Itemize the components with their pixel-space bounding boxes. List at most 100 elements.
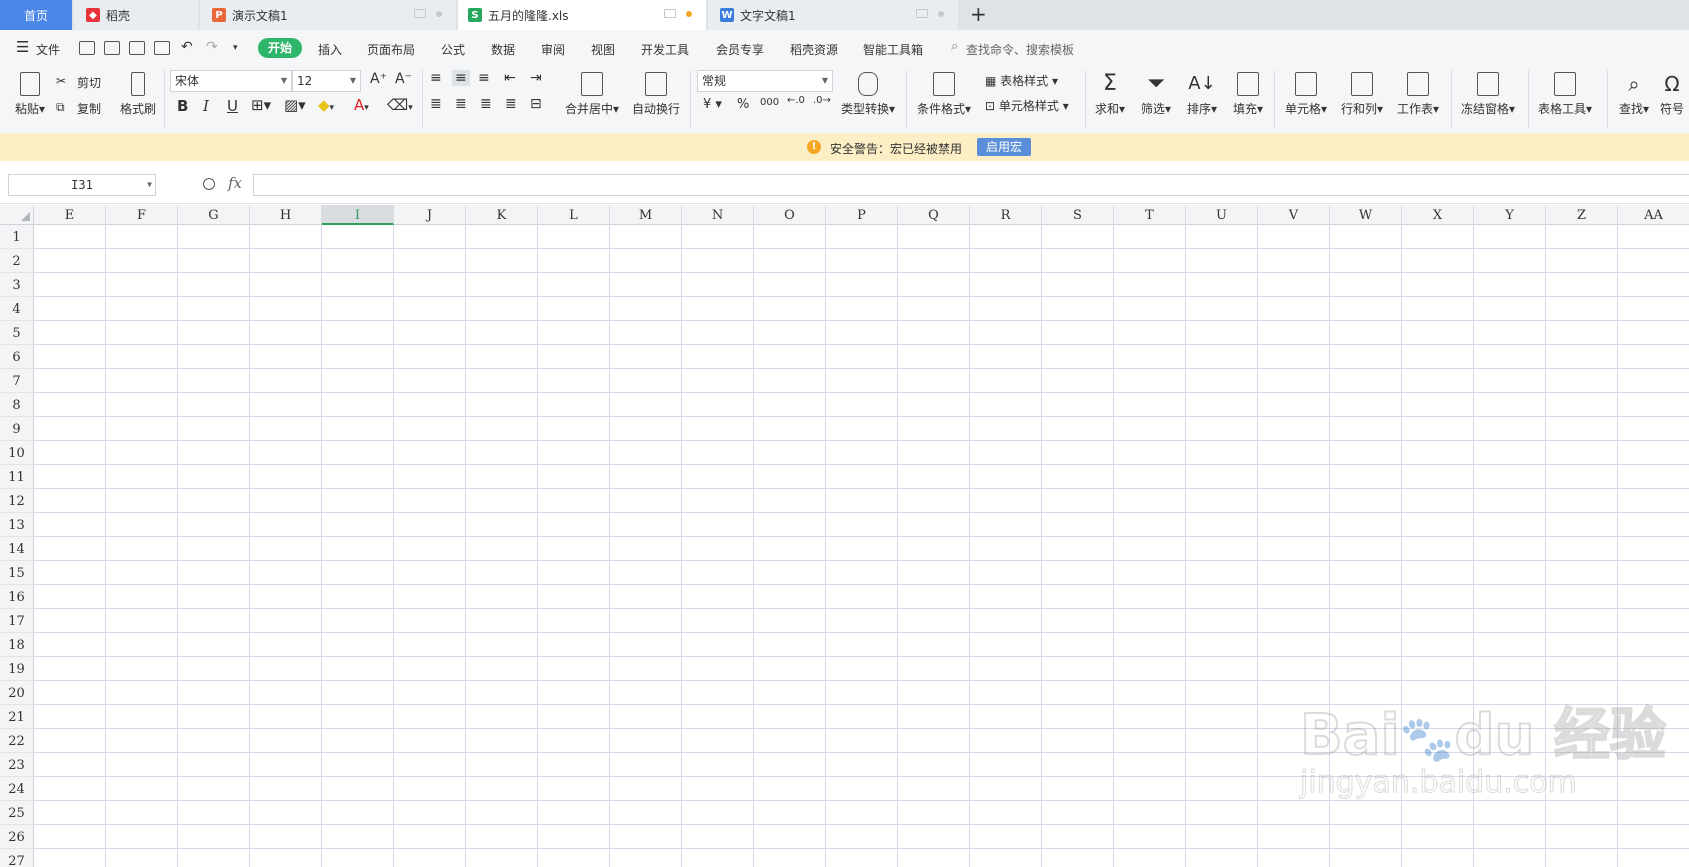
row-header-19[interactable]: 19 — [0, 657, 34, 681]
sort-button[interactable]: A↓ 排序▾ — [1182, 72, 1222, 117]
cell-style-button[interactable]: ⊡ 单元格样式 ▾ — [985, 97, 1069, 114]
column-header-u[interactable]: U — [1186, 205, 1258, 225]
row-header-9[interactable]: 9 — [0, 417, 34, 441]
enable-macro-button[interactable]: 启用宏 — [977, 138, 1031, 156]
menu-start[interactable]: 开始 — [258, 38, 302, 58]
number-format-select[interactable]: 常规 ▼ — [697, 70, 833, 92]
row-header-4[interactable]: 4 — [0, 297, 34, 321]
row-header-1[interactable]: 1 — [0, 225, 34, 249]
row-header-12[interactable]: 12 — [0, 489, 34, 513]
row-header-8[interactable]: 8 — [0, 393, 34, 417]
menu-formula[interactable]: 公式 — [441, 41, 465, 58]
column-header-q[interactable]: Q — [898, 205, 970, 225]
align-top-icon[interactable]: ≡ — [430, 70, 442, 86]
indent-decrease-icon[interactable]: ⇤ — [504, 70, 516, 86]
row-header-5[interactable]: 5 — [0, 321, 34, 345]
search-command-input[interactable]: 查找命令、搜索模板 — [966, 41, 1074, 58]
row-header-10[interactable]: 10 — [0, 441, 34, 465]
fx-icon[interactable]: fx — [228, 174, 242, 192]
table-style-button[interactable]: ▦ 表格样式 ▾ — [985, 72, 1058, 89]
row-header-27[interactable]: 27 — [0, 849, 34, 867]
cell-area[interactable] — [34, 225, 1689, 867]
undo-icon[interactable]: ↶ — [181, 39, 193, 55]
distribute-icon[interactable]: ⊟ — [530, 96, 542, 112]
menu-page-layout[interactable]: 页面布局 — [367, 41, 415, 58]
column-header-z[interactable]: Z — [1546, 205, 1618, 225]
unsaved-dot-icon[interactable] — [686, 10, 692, 17]
menu-data[interactable]: 数据 — [491, 41, 515, 58]
row-header-26[interactable]: 26 — [0, 825, 34, 849]
cells-button[interactable]: 单元格▾ — [1282, 72, 1330, 117]
column-header-r[interactable]: R — [970, 205, 1042, 225]
fill-button[interactable]: 填充▾ — [1228, 72, 1268, 117]
column-header-m[interactable]: M — [610, 205, 682, 225]
bold-button[interactable]: B — [177, 97, 188, 115]
formula-input[interactable] — [253, 174, 1689, 196]
column-header-j[interactable]: J — [394, 205, 466, 225]
align-bottom-icon[interactable]: ≡ — [478, 70, 490, 86]
row-header-17[interactable]: 17 — [0, 609, 34, 633]
menu-developer[interactable]: 开发工具 — [641, 41, 689, 58]
menu-smart-toolbox[interactable]: 智能工具箱 — [863, 41, 923, 58]
menu-file[interactable]: 文件 — [36, 41, 60, 58]
tab-presentation[interactable]: P 演示文稿1 — [200, 0, 456, 30]
monitor-icon[interactable] — [916, 9, 928, 18]
sum-button[interactable]: Σ 求和▾ — [1092, 72, 1128, 117]
print-icon[interactable] — [129, 41, 145, 55]
search-icon[interactable]: ⌕ — [951, 39, 958, 54]
zoom-icon[interactable] — [203, 178, 215, 190]
row-header-11[interactable]: 11 — [0, 465, 34, 489]
menu-insert[interactable]: 插入 — [318, 41, 342, 58]
row-header-24[interactable]: 24 — [0, 777, 34, 801]
name-box[interactable]: I31 ▼ — [8, 174, 156, 196]
conditional-format-button[interactable]: 条件格式▾ — [914, 72, 974, 117]
row-header-15[interactable]: 15 — [0, 561, 34, 585]
column-header-g[interactable]: G — [178, 205, 250, 225]
redo-icon[interactable]: ↷ — [206, 39, 218, 55]
menu-review[interactable]: 审阅 — [541, 41, 565, 58]
menu-member[interactable]: 会员专享 — [716, 41, 764, 58]
tab-docer[interactable]: ◆ 稻壳 — [74, 0, 198, 30]
close-dot-icon[interactable] — [436, 10, 442, 17]
column-header-k[interactable]: K — [466, 205, 538, 225]
column-header-f[interactable]: F — [106, 205, 178, 225]
font-family-select[interactable]: 宋体 ▼ — [170, 70, 292, 92]
copy-icon[interactable]: ⧉ — [56, 100, 65, 115]
column-header-o[interactable]: O — [754, 205, 826, 225]
paste-button[interactable]: 粘贴▾ — [12, 72, 48, 117]
column-header-v[interactable]: V — [1258, 205, 1330, 225]
row-header-13[interactable]: 13 — [0, 513, 34, 537]
indent-increase-icon[interactable]: ⇥ — [530, 70, 542, 86]
currency-button[interactable]: ¥ ▾ — [703, 97, 722, 112]
row-header-16[interactable]: 16 — [0, 585, 34, 609]
type-convert-button[interactable]: 类型转换▾ — [838, 72, 898, 117]
chevron-down-icon[interactable]: ▾ — [233, 43, 238, 53]
column-header-p[interactable]: P — [826, 205, 898, 225]
row-header-20[interactable]: 20 — [0, 681, 34, 705]
increase-font-icon[interactable]: A⁺ — [370, 71, 387, 87]
column-header-t[interactable]: T — [1114, 205, 1186, 225]
row-header-2[interactable]: 2 — [0, 249, 34, 273]
column-header-aa[interactable]: AA — [1618, 205, 1689, 225]
table-tools-button[interactable]: 表格工具▾ — [1535, 72, 1595, 117]
row-header-6[interactable]: 6 — [0, 345, 34, 369]
row-header-25[interactable]: 25 — [0, 801, 34, 825]
italic-button[interactable]: I — [203, 97, 209, 115]
fill-pattern-icon[interactable]: ▨▾ — [284, 96, 306, 114]
row-header-18[interactable]: 18 — [0, 633, 34, 657]
find-button[interactable]: ⌕ 查找▾ — [1614, 72, 1654, 117]
align-left-icon[interactable]: ≣ — [430, 96, 442, 112]
justify-icon[interactable]: ≣ — [505, 96, 517, 112]
copy-button[interactable]: 复制 — [77, 100, 101, 117]
align-right-icon[interactable]: ≣ — [480, 96, 492, 112]
column-header-l[interactable]: L — [538, 205, 610, 225]
worksheet-button[interactable]: 工作表▾ — [1394, 72, 1442, 117]
border-icon[interactable]: ⊞▾ — [251, 96, 271, 114]
font-size-select[interactable]: 12 ▼ — [292, 70, 361, 92]
format-painter-button[interactable]: 格式刷 — [118, 72, 158, 117]
hamburger-icon[interactable]: ☰ — [16, 38, 29, 56]
row-col-button[interactable]: 行和列▾ — [1338, 72, 1386, 117]
row-header-3[interactable]: 3 — [0, 273, 34, 297]
row-header-21[interactable]: 21 — [0, 705, 34, 729]
monitor-icon[interactable] — [664, 9, 676, 18]
